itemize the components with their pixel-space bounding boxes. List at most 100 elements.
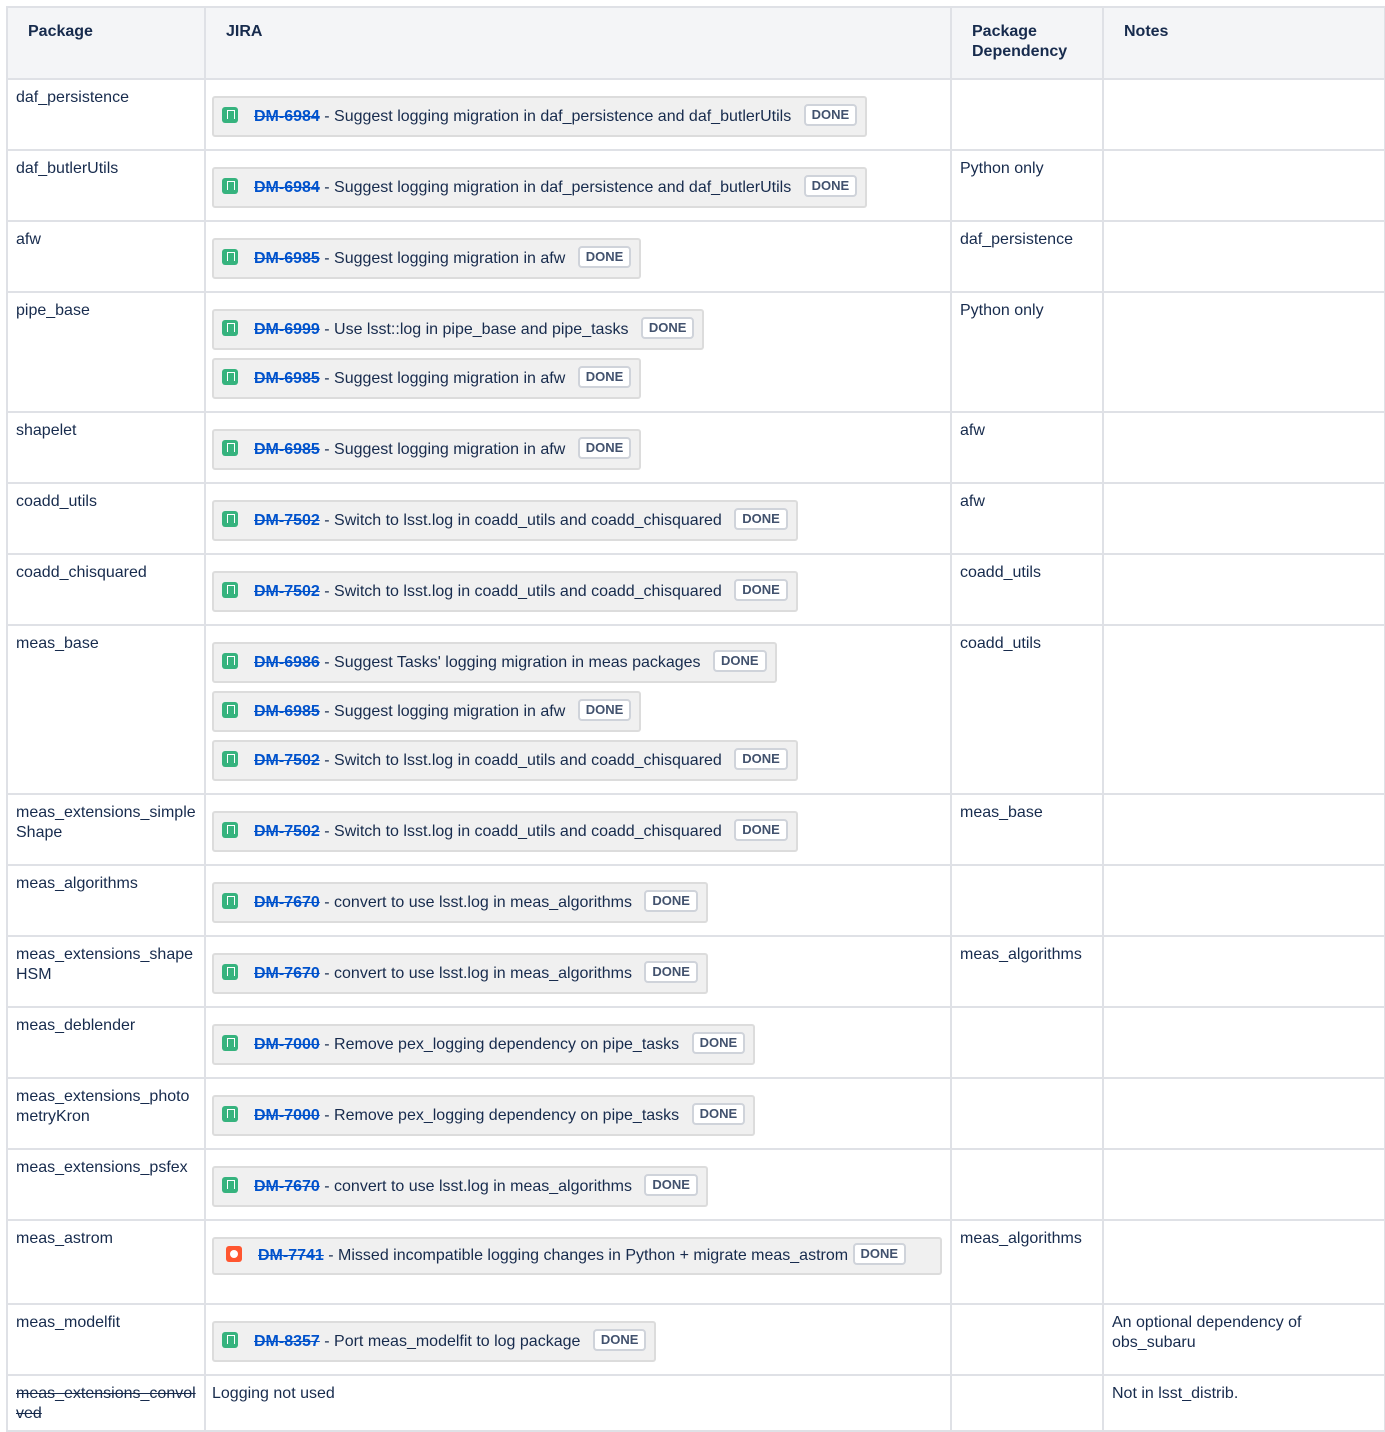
- status-badge: DONE: [734, 748, 788, 770]
- issue-summary: - convert to use lsst.log in meas_algori…: [319, 1178, 632, 1195]
- story-icon: [222, 511, 238, 527]
- package-cell: afw: [6, 220, 206, 293]
- notes-cell: [1102, 1077, 1385, 1150]
- jira-cell: Logging not used: [204, 1374, 952, 1432]
- issue-key-link[interactable]: DM-6985: [254, 250, 320, 267]
- package-table: Package JIRA Package Dependency Notes da…: [6, 6, 1385, 1432]
- header-notes: Notes: [1102, 6, 1385, 80]
- dependency-cell: [950, 1006, 1104, 1079]
- table-header: Package JIRA Package Dependency Notes: [6, 6, 1385, 80]
- issue-key-link[interactable]: DM-7670: [254, 1178, 320, 1195]
- issue-summary: - Suggest Tasks' logging migration in me…: [319, 654, 701, 671]
- story-icon: [222, 369, 238, 385]
- dependency-cell: afw: [950, 411, 1104, 484]
- status-badge: DONE: [734, 508, 788, 530]
- issue-summary: - Suggest logging migration in afw: [319, 441, 566, 458]
- jira-issue-macro: DM-7502 - Switch to lsst.log in coadd_ut…: [212, 811, 798, 852]
- status-badge: DONE: [640, 317, 695, 339]
- jira-issue-macro: DM-6985 - Suggest logging migration in a…: [212, 429, 642, 470]
- table-row: meas_algorithms DM-7670 - convert to use …: [6, 864, 1385, 937]
- jira-cell: DM-7502 - Switch to lsst.log in coadd_ut…: [204, 553, 952, 626]
- story-icon: [222, 1106, 238, 1122]
- story-icon: [222, 440, 238, 456]
- issue-key-link[interactable]: DM-6986: [254, 654, 320, 671]
- status-badge: DONE: [577, 366, 632, 388]
- jira-issue-macro: DM-6999 - Use lsst::log in pipe_base and…: [212, 309, 705, 350]
- issue-summary: - Switch to lsst.log in coadd_utils and …: [319, 583, 722, 600]
- issue-key-link[interactable]: DM-6999: [254, 321, 320, 338]
- jira-issue-macro: DM-7000 - Remove pex_logging dependency …: [212, 1095, 756, 1136]
- table-row: meas_extensions_shapeHSM DM-7670 - conver…: [6, 935, 1385, 1008]
- notes-cell: [1102, 291, 1385, 413]
- notes-cell: [1102, 482, 1385, 555]
- status-badge: DONE: [644, 1174, 698, 1196]
- status-badge: DONE: [592, 1329, 647, 1351]
- issue-key-link[interactable]: DM-7670: [254, 894, 320, 911]
- notes-cell: [1102, 864, 1385, 937]
- jira-issue-macro: DM-7670 - convert to use lsst.log in mea…: [212, 1166, 708, 1207]
- story-icon: [222, 1035, 238, 1051]
- status-badge: DONE: [577, 246, 632, 268]
- jira-issue-macro: DM-6986 - Suggest Tasks' logging migrati…: [212, 642, 777, 683]
- package-cell: shapelet: [6, 411, 206, 484]
- issue-key-link[interactable]: DM-7502: [254, 512, 320, 529]
- status-badge: DONE: [577, 437, 632, 459]
- issue-summary: - Switch to lsst.log in coadd_utils and …: [319, 512, 722, 529]
- issue-key-link[interactable]: DM-6984: [254, 179, 320, 196]
- status-badge: DONE: [577, 699, 632, 721]
- notes-cell: Not in lsst_distrib.: [1102, 1374, 1385, 1432]
- story-icon: [222, 1332, 238, 1348]
- story-icon: [222, 893, 238, 909]
- jira-issue-macro: DM-6985 - Suggest logging migration in a…: [212, 238, 642, 279]
- status-badge: DONE: [644, 961, 698, 983]
- jira-cell: DM-7670 - convert to use lsst.log in mea…: [204, 935, 952, 1008]
- dependency-cell: meas_algorithms: [950, 935, 1104, 1008]
- story-icon: [222, 751, 238, 767]
- notes-cell: [1102, 553, 1385, 626]
- jira-issue-macro: DM-7670 - convert to use lsst.log in mea…: [212, 953, 708, 994]
- dependency-cell: [950, 1148, 1104, 1221]
- jira-issue-macro: DM-7502 - Switch to lsst.log in coadd_ut…: [212, 500, 798, 541]
- status-badge: DONE: [734, 579, 788, 601]
- jira-issue-macro: DM-7000 - Remove pex_logging dependency …: [212, 1024, 756, 1065]
- story-icon: [222, 249, 238, 265]
- notes-cell: [1102, 624, 1385, 795]
- dependency-cell: coadd_utils: [950, 624, 1104, 795]
- notes-cell: [1102, 78, 1385, 151]
- package-cell: meas_extensions_shapeHSM: [6, 935, 206, 1008]
- jira-cell: DM-6984 - Suggest logging migration in d…: [204, 149, 952, 222]
- status-badge: DONE: [852, 1243, 907, 1265]
- issue-key-link[interactable]: DM-7741: [258, 1247, 324, 1264]
- package-cell: meas_extensions_photometryKron: [6, 1077, 206, 1150]
- issue-summary: - Remove pex_logging dependency on pipe_…: [319, 1107, 680, 1124]
- issue-key-link[interactable]: DM-8357: [254, 1333, 320, 1350]
- issue-key-link[interactable]: DM-7502: [254, 583, 320, 600]
- jira-issue-macro: DM-7670 - convert to use lsst.log in mea…: [212, 882, 708, 923]
- issue-key-link[interactable]: DM-7502: [254, 752, 320, 769]
- status-badge: DONE: [691, 1032, 746, 1054]
- dependency-cell: [950, 1077, 1104, 1150]
- issue-key-link[interactable]: DM-7670: [254, 965, 320, 982]
- table-row: meas_astrom DM-7741 - Missed incompatible…: [6, 1219, 1385, 1305]
- issue-key-link[interactable]: DM-6984: [254, 108, 320, 125]
- issue-key-link[interactable]: DM-6985: [254, 441, 320, 458]
- notes-cell: [1102, 411, 1385, 484]
- table-row: meas_extensions_convolved Logging not use…: [6, 1374, 1385, 1432]
- dependency-cell: Python only: [950, 149, 1104, 222]
- dependency-cell: daf_persistence: [950, 220, 1104, 293]
- notes-cell: [1102, 1006, 1385, 1079]
- status-badge: DONE: [803, 104, 858, 126]
- status-badge: DONE: [691, 1103, 746, 1125]
- jira-text: Logging not used: [212, 1385, 335, 1402]
- table-row: meas_modelfit DM-8357 - Port meas_modelfi…: [6, 1303, 1385, 1376]
- header-package: Package: [6, 6, 206, 80]
- dependency-cell: Python only: [950, 291, 1104, 413]
- issue-key-link[interactable]: DM-7502: [254, 823, 320, 840]
- notes-cell: [1102, 149, 1385, 222]
- issue-key-link[interactable]: DM-6985: [254, 370, 320, 387]
- issue-key-link[interactable]: DM-6985: [254, 703, 320, 720]
- issue-summary: - convert to use lsst.log in meas_algori…: [319, 894, 632, 911]
- jira-cell: DM-7670 - convert to use lsst.log in mea…: [204, 864, 952, 937]
- issue-key-link[interactable]: DM-7000: [254, 1036, 320, 1053]
- issue-key-link[interactable]: DM-7000: [254, 1107, 320, 1124]
